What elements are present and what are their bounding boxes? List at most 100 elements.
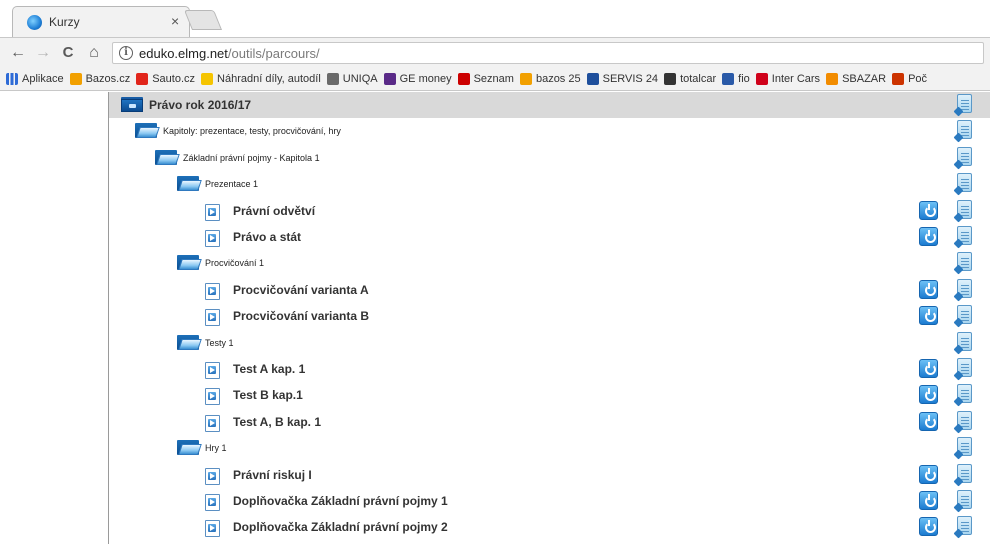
course-activity-row[interactable]: Procvičování varianta B [109,303,990,329]
activity-title[interactable]: Doplňovačka Základní právní pojmy 2 [233,514,448,540]
site-info-icon[interactable]: i [119,46,133,60]
launch-activity-icon[interactable] [919,517,938,537]
course-folder-row[interactable]: Základní právní pojmy - Kapitola 1 [109,145,990,171]
course-activity-row[interactable]: Doplňovačka Základní právní pojmy 2 [109,514,990,540]
folder-title[interactable]: Hry 1 [205,435,227,461]
edit-document-icon[interactable] [957,358,972,377]
bookmark-item[interactable]: Seznam [457,67,514,90]
activity-title[interactable]: Právo a stát [233,224,301,250]
launch-activity-icon[interactable] [919,227,938,246]
folder-title[interactable]: Procvičování 1 [205,250,264,276]
bookmark-item[interactable]: totalcar [664,67,716,90]
edit-document-icon[interactable] [957,305,972,325]
edit-document-icon[interactable] [957,146,972,166]
bookmark-item[interactable]: SERVIS 24 [586,67,658,90]
address-bar[interactable]: i eduko.elmg.net/outils/parcours/ [112,42,984,64]
edit-document-icon[interactable] [957,410,972,430]
launch-activity-icon[interactable] [919,411,938,431]
folder-open-icon[interactable] [177,255,202,271]
launch-activity-icon[interactable] [919,359,938,378]
activity-title[interactable]: Procvičování varianta B [233,303,369,329]
launch-activity-icon[interactable] [919,491,938,510]
course-activity-row[interactable]: Test A kap. 1 [109,356,990,382]
folder-title[interactable]: Kapitoly: prezentace, testy, procvičován… [163,118,341,144]
folder-open-icon[interactable] [177,440,202,456]
activity-play-icon[interactable] [205,282,220,300]
launch-activity-icon[interactable] [919,306,938,326]
edit-document-icon[interactable] [957,490,972,509]
folder-title[interactable]: Prezentace 1 [205,171,258,197]
course-activity-row[interactable]: Právo a stát [109,224,990,250]
activity-play-icon[interactable] [205,309,220,327]
course-folder-row[interactable]: Testy 1 [109,330,990,356]
edit-document-icon[interactable] [957,199,972,219]
activity-play-icon[interactable] [205,467,220,485]
edit-document-icon[interactable] [957,226,972,245]
forward-arrow-icon[interactable]: → [33,43,53,63]
bookmark-item[interactable]: SBAZAR [826,67,886,90]
folder-title[interactable]: Testy 1 [205,330,234,356]
course-book-icon[interactable] [121,97,144,112]
activity-title[interactable]: Doplňovačka Základní právní pojmy 1 [233,488,448,514]
tab-close-icon[interactable]: × [171,13,179,29]
launch-activity-icon[interactable] [919,464,938,484]
course-activity-row[interactable]: Procvičování varianta A [109,277,990,303]
activity-title[interactable]: Test A kap. 1 [233,356,305,382]
bookmark-item[interactable]: UNIQA [326,67,378,90]
bookmark-item[interactable]: fio [722,67,750,90]
bookmark-item[interactable]: Náhradní díly, autodíl [201,67,321,90]
folder-open-icon[interactable] [177,176,202,192]
bookmark-item[interactable]: Inter Cars [755,67,820,90]
edit-document-icon[interactable] [957,384,972,404]
activity-play-icon[interactable] [205,520,220,538]
back-arrow-icon[interactable]: ← [8,43,28,63]
launch-activity-icon[interactable] [919,279,938,299]
course-activity-row[interactable]: Právní odvětví [109,198,990,224]
launch-activity-icon[interactable] [919,200,938,220]
bookmark-item[interactable]: Aplikace [6,67,64,90]
edit-document-icon[interactable] [957,173,972,193]
course-folder-row[interactable]: Právo rok 2016/17 [109,92,990,118]
edit-document-icon[interactable] [957,120,972,140]
activity-title[interactable]: Procvičování varianta A [233,277,369,303]
activity-title[interactable]: Právní odvětví [233,198,315,224]
course-folder-row[interactable]: Kapitoly: prezentace, testy, procvičován… [109,118,990,144]
activity-title[interactable]: Test A, B kap. 1 [233,409,321,435]
edit-document-icon[interactable] [957,463,972,483]
folder-open-icon[interactable] [177,334,202,350]
course-activity-row[interactable]: Test B kap.1 [109,382,990,408]
course-activity-row[interactable]: Doplňovačka Základní právní pojmy 1 [109,488,990,514]
folder-title[interactable]: Základní právní pojmy - Kapitola 1 [183,145,320,171]
launch-activity-icon[interactable] [919,385,938,405]
activity-play-icon[interactable] [205,230,220,247]
activity-title[interactable]: Test B kap.1 [233,382,303,408]
bookmark-item[interactable]: Poč [892,67,927,90]
bookmark-item[interactable]: Bazos.cz [69,67,130,90]
edit-document-icon[interactable] [957,516,972,536]
course-folder-row[interactable]: Prezentace 1 [109,171,990,197]
edit-document-icon[interactable] [957,252,972,272]
activity-play-icon[interactable] [205,494,220,511]
course-folder-row[interactable]: Hry 1 [109,435,990,461]
edit-document-icon[interactable] [957,278,972,298]
course-activity-row[interactable]: Právní riskuj I [109,462,990,488]
bookmark-item[interactable]: GE money [383,67,452,90]
course-activity-row[interactable]: Test A, B kap. 1 [109,409,990,435]
edit-document-icon[interactable] [957,331,972,351]
course-folder-row[interactable]: Procvičování 1 [109,250,990,276]
home-icon[interactable]: ⌂ [84,43,104,63]
activity-title[interactable]: Právní riskuj I [233,462,312,488]
edit-document-icon[interactable] [957,437,972,457]
folder-open-icon[interactable] [135,123,160,139]
browser-tab[interactable]: Kurzy × [12,6,190,37]
folder-title[interactable]: Právo rok 2016/17 [149,92,251,118]
activity-play-icon[interactable] [205,414,220,432]
activity-play-icon[interactable] [205,388,220,406]
reload-icon[interactable]: C [58,43,78,63]
activity-play-icon[interactable] [205,203,220,221]
folder-open-icon[interactable] [155,149,180,165]
activity-play-icon[interactable] [205,362,220,379]
bookmark-item[interactable]: bazos 25 [519,67,581,90]
edit-document-icon[interactable] [957,94,972,113]
bookmark-item[interactable]: Sauto.cz [136,67,195,90]
